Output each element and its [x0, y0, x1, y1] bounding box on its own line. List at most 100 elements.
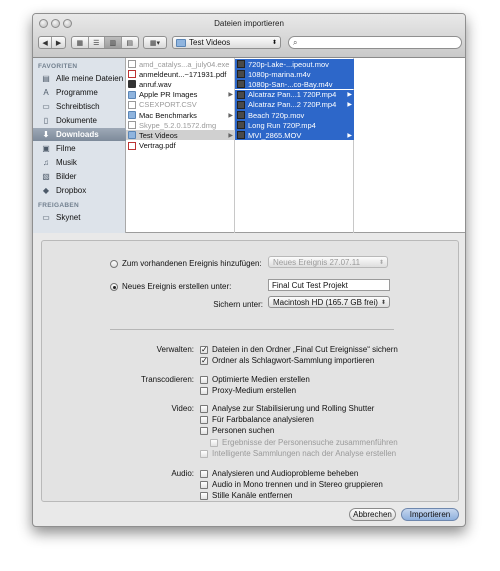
sidebar-item-all-files[interactable]: ▤ Alle meine Dateien: [33, 72, 126, 85]
pdf-file-icon: [128, 141, 136, 150]
sidebar-item-desktop[interactable]: ▭ Schreibtisch: [33, 100, 126, 113]
sidebar-item-skynet[interactable]: ▭ Skynet: [33, 211, 126, 224]
sidebar-item-documents[interactable]: ▯ Dokumente: [33, 114, 126, 127]
transcode-section-label: Transcodieren:: [140, 375, 194, 384]
window-title: Dateien importieren: [214, 19, 284, 28]
column-empty: [354, 58, 465, 233]
audio-option-label: Stille Kanäle entfernen: [212, 491, 293, 501]
existing-event-value: Neues Ereignis 27.07.11: [273, 257, 361, 267]
folder-icon: [176, 38, 186, 47]
save-to-popup[interactable]: Macintosh HD (165.7 GB frei) ⬍: [268, 296, 390, 308]
view-icons-button[interactable]: ▦: [72, 37, 89, 48]
add-to-existing-radio[interactable]: [110, 260, 118, 268]
video-option-checkbox[interactable]: [200, 416, 208, 425]
cancel-button[interactable]: Abbrechen: [349, 508, 396, 521]
sidebar-item-label: Schreibtisch: [56, 102, 100, 111]
file-name: anruf.wav: [139, 79, 172, 89]
video-option-label: Ergebnisse der Personensuche zusammenfüh…: [222, 437, 398, 447]
sidebar-item-label: Dropbox: [56, 186, 87, 195]
video-option-checkbox[interactable]: [200, 405, 208, 413]
file-name: 1080p-San-...co-Bay.m4v: [248, 79, 333, 89]
file-row[interactable]: 720p-Lake-...ipeout.mov: [235, 59, 354, 69]
file-row[interactable]: Apple PR Images ▶: [126, 90, 235, 100]
up-down-chevron-icon: ⬍: [378, 259, 384, 266]
arrange-button[interactable]: ▦▾: [143, 36, 167, 49]
view-coverflow-button[interactable]: ▤: [122, 37, 138, 48]
file-row[interactable]: Mac Benchmarks ▶: [126, 110, 235, 120]
view-list-button[interactable]: ☰: [89, 37, 105, 48]
all-files-icon: ▤: [42, 74, 50, 83]
file-row[interactable]: CSEXPORT.CSV: [126, 100, 235, 110]
sidebar-item-applications[interactable]: A Programme: [33, 86, 126, 99]
shared-header: FREIGABEN: [38, 202, 79, 209]
file-row[interactable]: anmeldeunt...~171931.pdf: [126, 69, 235, 79]
create-new-event-radio[interactable]: [110, 283, 118, 291]
file-row[interactable]: Vertrag.pdf: [126, 141, 235, 151]
file-name: Test Videos: [139, 130, 178, 140]
audio-option-checkbox[interactable]: [200, 492, 208, 501]
video-option-checkbox[interactable]: [200, 449, 208, 458]
sidebar-item-pictures[interactable]: ▧ Bilder: [33, 170, 126, 183]
file-row[interactable]: Long Run 720P.mp4: [235, 120, 354, 131]
video-option-checkbox[interactable]: [210, 438, 218, 447]
desktop-icon: ▭: [42, 102, 50, 111]
back-button[interactable]: ◀: [39, 37, 53, 48]
file-browser: FAVORITEN ▤ Alle meine Dateien A Programme ▭…: [33, 58, 465, 233]
import-button[interactable]: Importieren: [401, 508, 459, 521]
icon-view-icon: ▦: [76, 39, 84, 47]
file-name: amd_catalys...a_july04.exe: [139, 59, 230, 69]
audio-option-checkbox[interactable]: [200, 481, 208, 490]
up-down-chevron-icon: ⬍: [380, 299, 386, 306]
file-row[interactable]: 1080p-marina.m4v: [235, 69, 354, 80]
add-to-existing-label: Zum vorhandenen Ereignis hinzufügen:: [122, 259, 262, 268]
video-option-label: Intelligente Sammlungen nach der Analyse…: [212, 448, 397, 458]
file-row[interactable]: anruf.wav: [126, 79, 235, 89]
sidebar-item-downloads[interactable]: ⬇ Downloads: [33, 128, 126, 141]
file-row[interactable]: amd_catalys...a_july04.exe: [126, 59, 235, 69]
save-to-value: Macintosh HD (165.7 GB frei): [273, 297, 378, 307]
movies-icon: ▣: [42, 144, 50, 153]
network-computer-icon: ▭: [42, 213, 50, 222]
title-bar: Dateien importieren ◀ ▶ ▦ ☰ ▥ ▤ ▦▾ Test …: [33, 14, 465, 58]
doc-file-icon: [128, 121, 136, 130]
import-dialog: Dateien importieren ◀ ▶ ▦ ☰ ▥ ▤ ▦▾ Test …: [32, 13, 466, 527]
dropbox-icon: ◆: [42, 186, 50, 195]
search-field[interactable]: ⌕: [288, 36, 462, 49]
manage-option-checkbox[interactable]: ✓: [200, 357, 208, 366]
nav-back-forward: ◀ ▶: [38, 36, 66, 49]
file-name: Skype_5.2.0.1572.dmg: [139, 120, 217, 130]
transcode-option-checkbox[interactable]: [200, 387, 208, 396]
search-icon: ⌕: [293, 37, 298, 47]
movie-file-icon: [237, 121, 245, 130]
video-option-checkbox[interactable]: [200, 427, 208, 436]
file-row[interactable]: MVI_2865.MOV ▶: [235, 130, 354, 141]
file-name: CSEXPORT.CSV: [139, 100, 197, 110]
audio-option-label: Audio in Mono trennen und in Stereo grup…: [212, 480, 383, 490]
disclosure-arrow-icon: ▶: [347, 92, 352, 99]
file-row[interactable]: Alcatraz Pan...1 720P.mp4 ▶: [235, 89, 354, 100]
chevron-left-icon: ◀: [42, 39, 48, 47]
sidebar-item-dropbox[interactable]: ◆ Dropbox: [33, 184, 126, 197]
file-row[interactable]: Alcatraz Pan...2 720P.mp4 ▶: [235, 99, 354, 110]
view-mode-segmented: ▦ ☰ ▥ ▤: [71, 36, 139, 49]
sidebar-item-label: Downloads: [56, 130, 99, 139]
forward-button[interactable]: ▶: [52, 37, 65, 48]
music-icon: ♫: [43, 158, 49, 167]
downloads-icon: ⬇: [42, 130, 50, 139]
sidebar-item-label: Programme: [56, 88, 98, 97]
transcode-option-checkbox[interactable]: [200, 376, 208, 384]
file-row[interactable]: Beach 720p.mov: [235, 110, 354, 120]
applications-icon: A: [43, 88, 49, 97]
event-name-field[interactable]: Final Cut Test Projekt: [268, 279, 390, 291]
existing-event-popup[interactable]: Neues Ereignis 27.07.11 ⬍: [268, 256, 388, 268]
file-row[interactable]: Skype_5.2.0.1572.dmg: [126, 120, 235, 130]
disclosure-arrow-icon: ▶: [228, 112, 233, 119]
current-folder-popup[interactable]: Test Videos ⬍: [172, 36, 281, 49]
file-row[interactable]: 1080p-San-...co-Bay.m4v: [235, 79, 354, 90]
sidebar-item-music[interactable]: ♫ Musik: [33, 156, 126, 169]
view-columns-button[interactable]: ▥: [105, 37, 122, 48]
sidebar-item-movies[interactable]: ▣ Filme: [33, 142, 126, 155]
file-row[interactable]: Test Videos ▶: [126, 130, 235, 141]
audio-option-checkbox[interactable]: [200, 470, 208, 478]
manage-option-checkbox[interactable]: ✓: [200, 346, 208, 354]
